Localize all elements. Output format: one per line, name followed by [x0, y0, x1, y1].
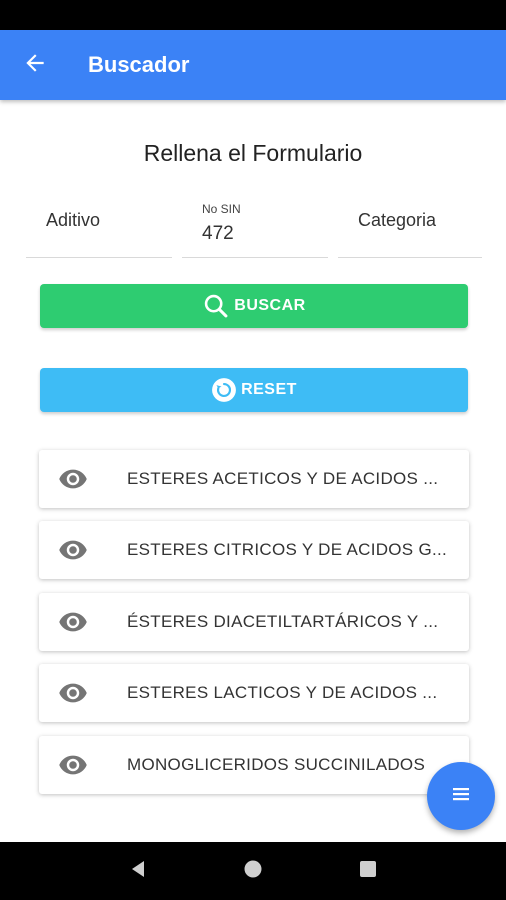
- page-title: Buscador: [88, 52, 190, 77]
- list-item[interactable]: ESTERES CITRICOS Y DE ACIDOS G...: [39, 521, 469, 579]
- no-sin-field[interactable]: No SIN 472: [182, 196, 328, 258]
- eye-icon[interactable]: [39, 678, 107, 708]
- menu-icon: [449, 782, 473, 811]
- eye-icon[interactable]: [39, 607, 107, 637]
- list-item[interactable]: ÉSTERES DIACETILTARTÁRICOS Y ...: [39, 593, 469, 651]
- list-item[interactable]: ESTERES LACTICOS Y DE ACIDOS ...: [39, 664, 469, 722]
- list-item-label: ESTERES LACTICOS Y DE ACIDOS ...: [127, 683, 438, 702]
- circle-home-icon: [243, 859, 263, 884]
- arrow-back-icon: [22, 50, 48, 81]
- reset-icon: [211, 377, 237, 403]
- nav-back-button[interactable]: [118, 851, 158, 891]
- search-icon: [202, 292, 230, 320]
- list-item-label: ESTERES CITRICOS Y DE ACIDOS G...: [127, 540, 448, 559]
- reset-button-label: RESET: [241, 381, 297, 398]
- square-recents-icon: [358, 859, 378, 884]
- nav-recents-button[interactable]: [348, 851, 388, 891]
- categoria-placeholder: Categoria: [358, 210, 437, 230]
- categoria-field[interactable]: Categoria: [338, 196, 482, 258]
- eye-icon[interactable]: [39, 464, 107, 494]
- app-bar: Buscador: [0, 30, 506, 100]
- eye-icon[interactable]: [39, 535, 107, 565]
- triangle-back-icon: [128, 859, 148, 884]
- list-item[interactable]: MONOGLICERIDOS SUCCINILADOS: [39, 736, 469, 794]
- system-nav-bar: [0, 842, 506, 900]
- nav-home-button[interactable]: [233, 851, 273, 891]
- list-item-label: ÉSTERES DIACETILTARTÁRICOS Y ...: [127, 612, 439, 631]
- aditivo-placeholder: Aditivo: [46, 210, 101, 230]
- search-button-label: BUSCAR: [234, 297, 306, 314]
- aditivo-field[interactable]: Aditivo: [26, 196, 172, 258]
- list-item[interactable]: ESTERES ACETICOS Y DE ACIDOS ...: [39, 450, 469, 508]
- back-button[interactable]: [0, 30, 70, 100]
- list-item-label: MONOGLICERIDOS SUCCINILADOS: [127, 755, 426, 774]
- menu-fab-button[interactable]: [427, 762, 495, 830]
- search-button[interactable]: BUSCAR: [40, 284, 468, 328]
- no-sin-value: 472: [202, 223, 234, 244]
- form-title: Rellena el Formulario: [143, 140, 363, 166]
- eye-icon[interactable]: [39, 750, 107, 780]
- status-bar: [0, 0, 506, 30]
- no-sin-label: No SIN: [202, 202, 241, 216]
- list-item-label: ESTERES ACETICOS Y DE ACIDOS ...: [127, 469, 439, 488]
- reset-button[interactable]: RESET: [40, 368, 468, 412]
